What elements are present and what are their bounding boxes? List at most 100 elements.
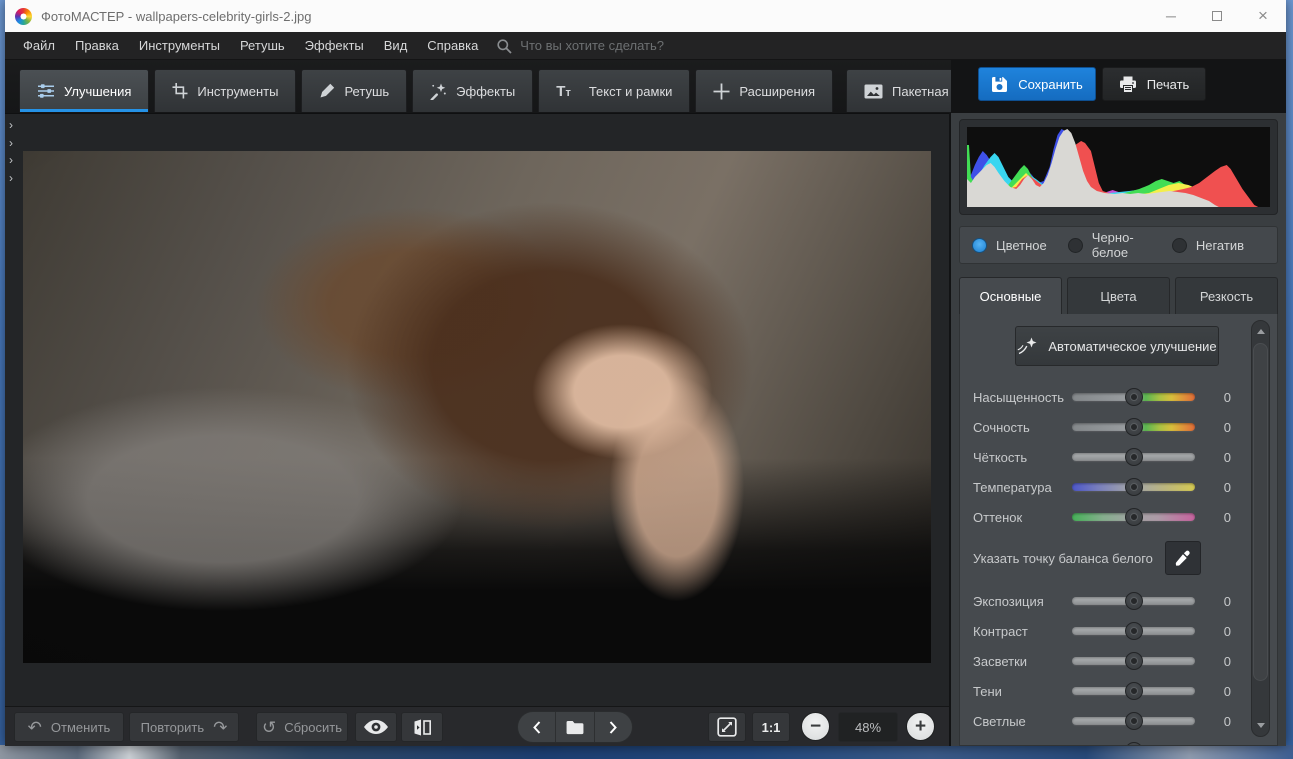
slider-handle[interactable] <box>1125 682 1143 700</box>
ribbon-actions: Сохранить Печать <box>951 60 1286 113</box>
slider-bottom-row-1: Контраст0 <box>973 616 1233 646</box>
slider-value: 0 <box>1224 684 1233 699</box>
menu-item-3[interactable]: Ретушь <box>230 32 295 59</box>
reset-button[interactable]: ↺ Сбросить <box>256 712 348 742</box>
undo-button[interactable]: ↶ Отменить <box>14 712 124 742</box>
white-balance-row: Указать точку баланса белого <box>973 536 1233 580</box>
wand-icon <box>430 83 447 100</box>
slider-track[interactable] <box>1072 423 1195 431</box>
slider-label: Контраст <box>973 624 1072 639</box>
menu-item-1[interactable]: Правка <box>65 32 129 59</box>
sliders-bottom: Экспозиция0Контраст0Засветки0Тени0Светлы… <box>973 586 1233 746</box>
slider-track[interactable] <box>1072 453 1195 461</box>
color-mode-1[interactable]: Черно-белое <box>1068 230 1151 260</box>
save-button[interactable]: Сохранить <box>978 67 1096 101</box>
prev-photo-button[interactable] <box>518 712 555 742</box>
zoom-level[interactable]: 48% <box>838 712 898 742</box>
ribbon-tab-1[interactable]: Инструменты <box>154 69 296 112</box>
maximize-button[interactable] <box>1194 0 1240 32</box>
slider-handle[interactable] <box>1125 742 1143 746</box>
panel-tabs: ОсновныеЦветаРезкость <box>959 277 1278 314</box>
color-mode-0[interactable]: Цветное <box>972 238 1047 253</box>
app-window: ФотоМАСТЕР - wallpapers-celebrity-girls-… <box>5 0 1286 746</box>
collapsed-panel-chevrons[interactable]: › › › › <box>6 117 13 187</box>
zoom-1to1-button[interactable]: 1:1 <box>752 712 790 742</box>
slider-track[interactable] <box>1072 657 1195 665</box>
slider-label: Экспозиция <box>973 594 1072 609</box>
slider-track[interactable] <box>1072 717 1195 725</box>
ribbon-tab-2[interactable]: Ретушь <box>301 69 407 112</box>
panel-tab-1[interactable]: Цвета <box>1067 277 1170 314</box>
color-mode-group: Цветное Черно-белое Негатив <box>959 226 1278 264</box>
slider-top-row-0: Насыщенность0 <box>973 382 1233 412</box>
menu-item-5[interactable]: Вид <box>374 32 418 59</box>
zoom-out-button[interactable]: − <box>801 712 830 741</box>
panel-tab-0[interactable]: Основные <box>959 277 1062 314</box>
color-mode-2[interactable]: Негатив <box>1172 238 1244 253</box>
radio-icon <box>1172 238 1187 253</box>
chevron-left-icon <box>533 721 541 734</box>
ribbon-tab-4[interactable]: TтТекст и рамки <box>538 69 690 112</box>
slider-handle[interactable] <box>1125 418 1143 436</box>
search-field[interactable]: Что вы хотите сделать? <box>496 38 664 54</box>
slider-label: Светлые <box>973 714 1072 729</box>
slider-track[interactable] <box>1072 513 1195 521</box>
redo-button[interactable]: Повторить ↷ <box>129 712 239 742</box>
slider-handle[interactable] <box>1125 622 1143 640</box>
fit-screen-icon <box>717 717 737 737</box>
white-balance-eyedropper-button[interactable] <box>1165 541 1201 575</box>
slider-handle[interactable] <box>1125 388 1143 406</box>
menu-item-2[interactable]: Инструменты <box>129 32 230 59</box>
slider-track[interactable] <box>1072 393 1195 401</box>
slider-handle[interactable] <box>1125 448 1143 466</box>
next-photo-button[interactable] <box>594 712 632 742</box>
app-logo-icon <box>15 8 32 25</box>
slider-track[interactable] <box>1072 687 1195 695</box>
right-panel: Цветное Черно-белое Негатив ОсновныеЦветаР… <box>949 113 1286 746</box>
ribbon-tab-label: Расширения <box>739 84 815 99</box>
slider-track[interactable] <box>1072 597 1195 605</box>
compare-before-after-button[interactable] <box>401 712 443 742</box>
title-bar: ФотоМАСТЕР - wallpapers-celebrity-girls-… <box>5 0 1286 32</box>
slider-track[interactable] <box>1072 483 1195 491</box>
arrow-down-icon <box>1257 723 1265 728</box>
scroll-up-button[interactable] <box>1253 323 1268 340</box>
panel-tab-2[interactable]: Резкость <box>1175 277 1278 314</box>
reset-label: Сбросить <box>284 720 342 735</box>
menu-item-0[interactable]: Файл <box>13 32 65 59</box>
minimize-button[interactable]: ─ <box>1148 0 1194 32</box>
slider-track[interactable] <box>1072 627 1195 635</box>
ribbon-tab-3[interactable]: Эффекты <box>412 69 533 112</box>
panel-scrollbar[interactable] <box>1251 320 1270 737</box>
scroll-down-button[interactable] <box>1253 717 1268 734</box>
auto-enhance-button[interactable]: Автоматическое улучшение <box>1015 326 1219 366</box>
open-folder-button[interactable] <box>555 712 593 742</box>
slider-handle[interactable] <box>1125 712 1143 730</box>
slider-label: Насыщенность <box>973 390 1072 405</box>
compare-icon <box>413 719 432 736</box>
sliders-icon <box>37 83 55 99</box>
scrollbar-thumb[interactable] <box>1253 343 1268 681</box>
ribbon: Улучшения ИнструментыРетушьЭффектыTтТекст… <box>5 60 1286 113</box>
print-button[interactable]: Печать <box>1102 67 1206 101</box>
slider-handle[interactable] <box>1125 478 1143 496</box>
close-button[interactable]: × <box>1240 0 1286 32</box>
slider-top-row-4: Оттенок0 <box>973 502 1233 532</box>
save-label: Сохранить <box>1018 77 1083 92</box>
save-icon <box>991 76 1008 93</box>
slider-handle[interactable] <box>1125 592 1143 610</box>
slider-handle[interactable] <box>1125 508 1143 526</box>
zoom-in-button[interactable]: + <box>906 712 935 741</box>
ribbon-tab-5[interactable]: Расширения <box>695 69 833 112</box>
fit-to-screen-button[interactable] <box>708 712 746 742</box>
view-original-button[interactable] <box>355 712 397 742</box>
menu-items: ФайлПравкаИнструментыРетушьЭффектыВидСпр… <box>13 32 488 59</box>
sliders-top: Насыщенность0Сочность0Чёткость0Температу… <box>973 382 1233 532</box>
menu-item-4[interactable]: Эффекты <box>295 32 374 59</box>
ribbon-tab-0[interactable]: Улучшения <box>19 69 149 112</box>
menu-item-6[interactable]: Справка <box>417 32 488 59</box>
slider-value: 0 <box>1224 714 1233 729</box>
slider-bottom-row-2: Засветки0 <box>973 646 1233 676</box>
ribbon-tab-label: Улучшения <box>64 84 131 99</box>
slider-handle[interactable] <box>1125 652 1143 670</box>
